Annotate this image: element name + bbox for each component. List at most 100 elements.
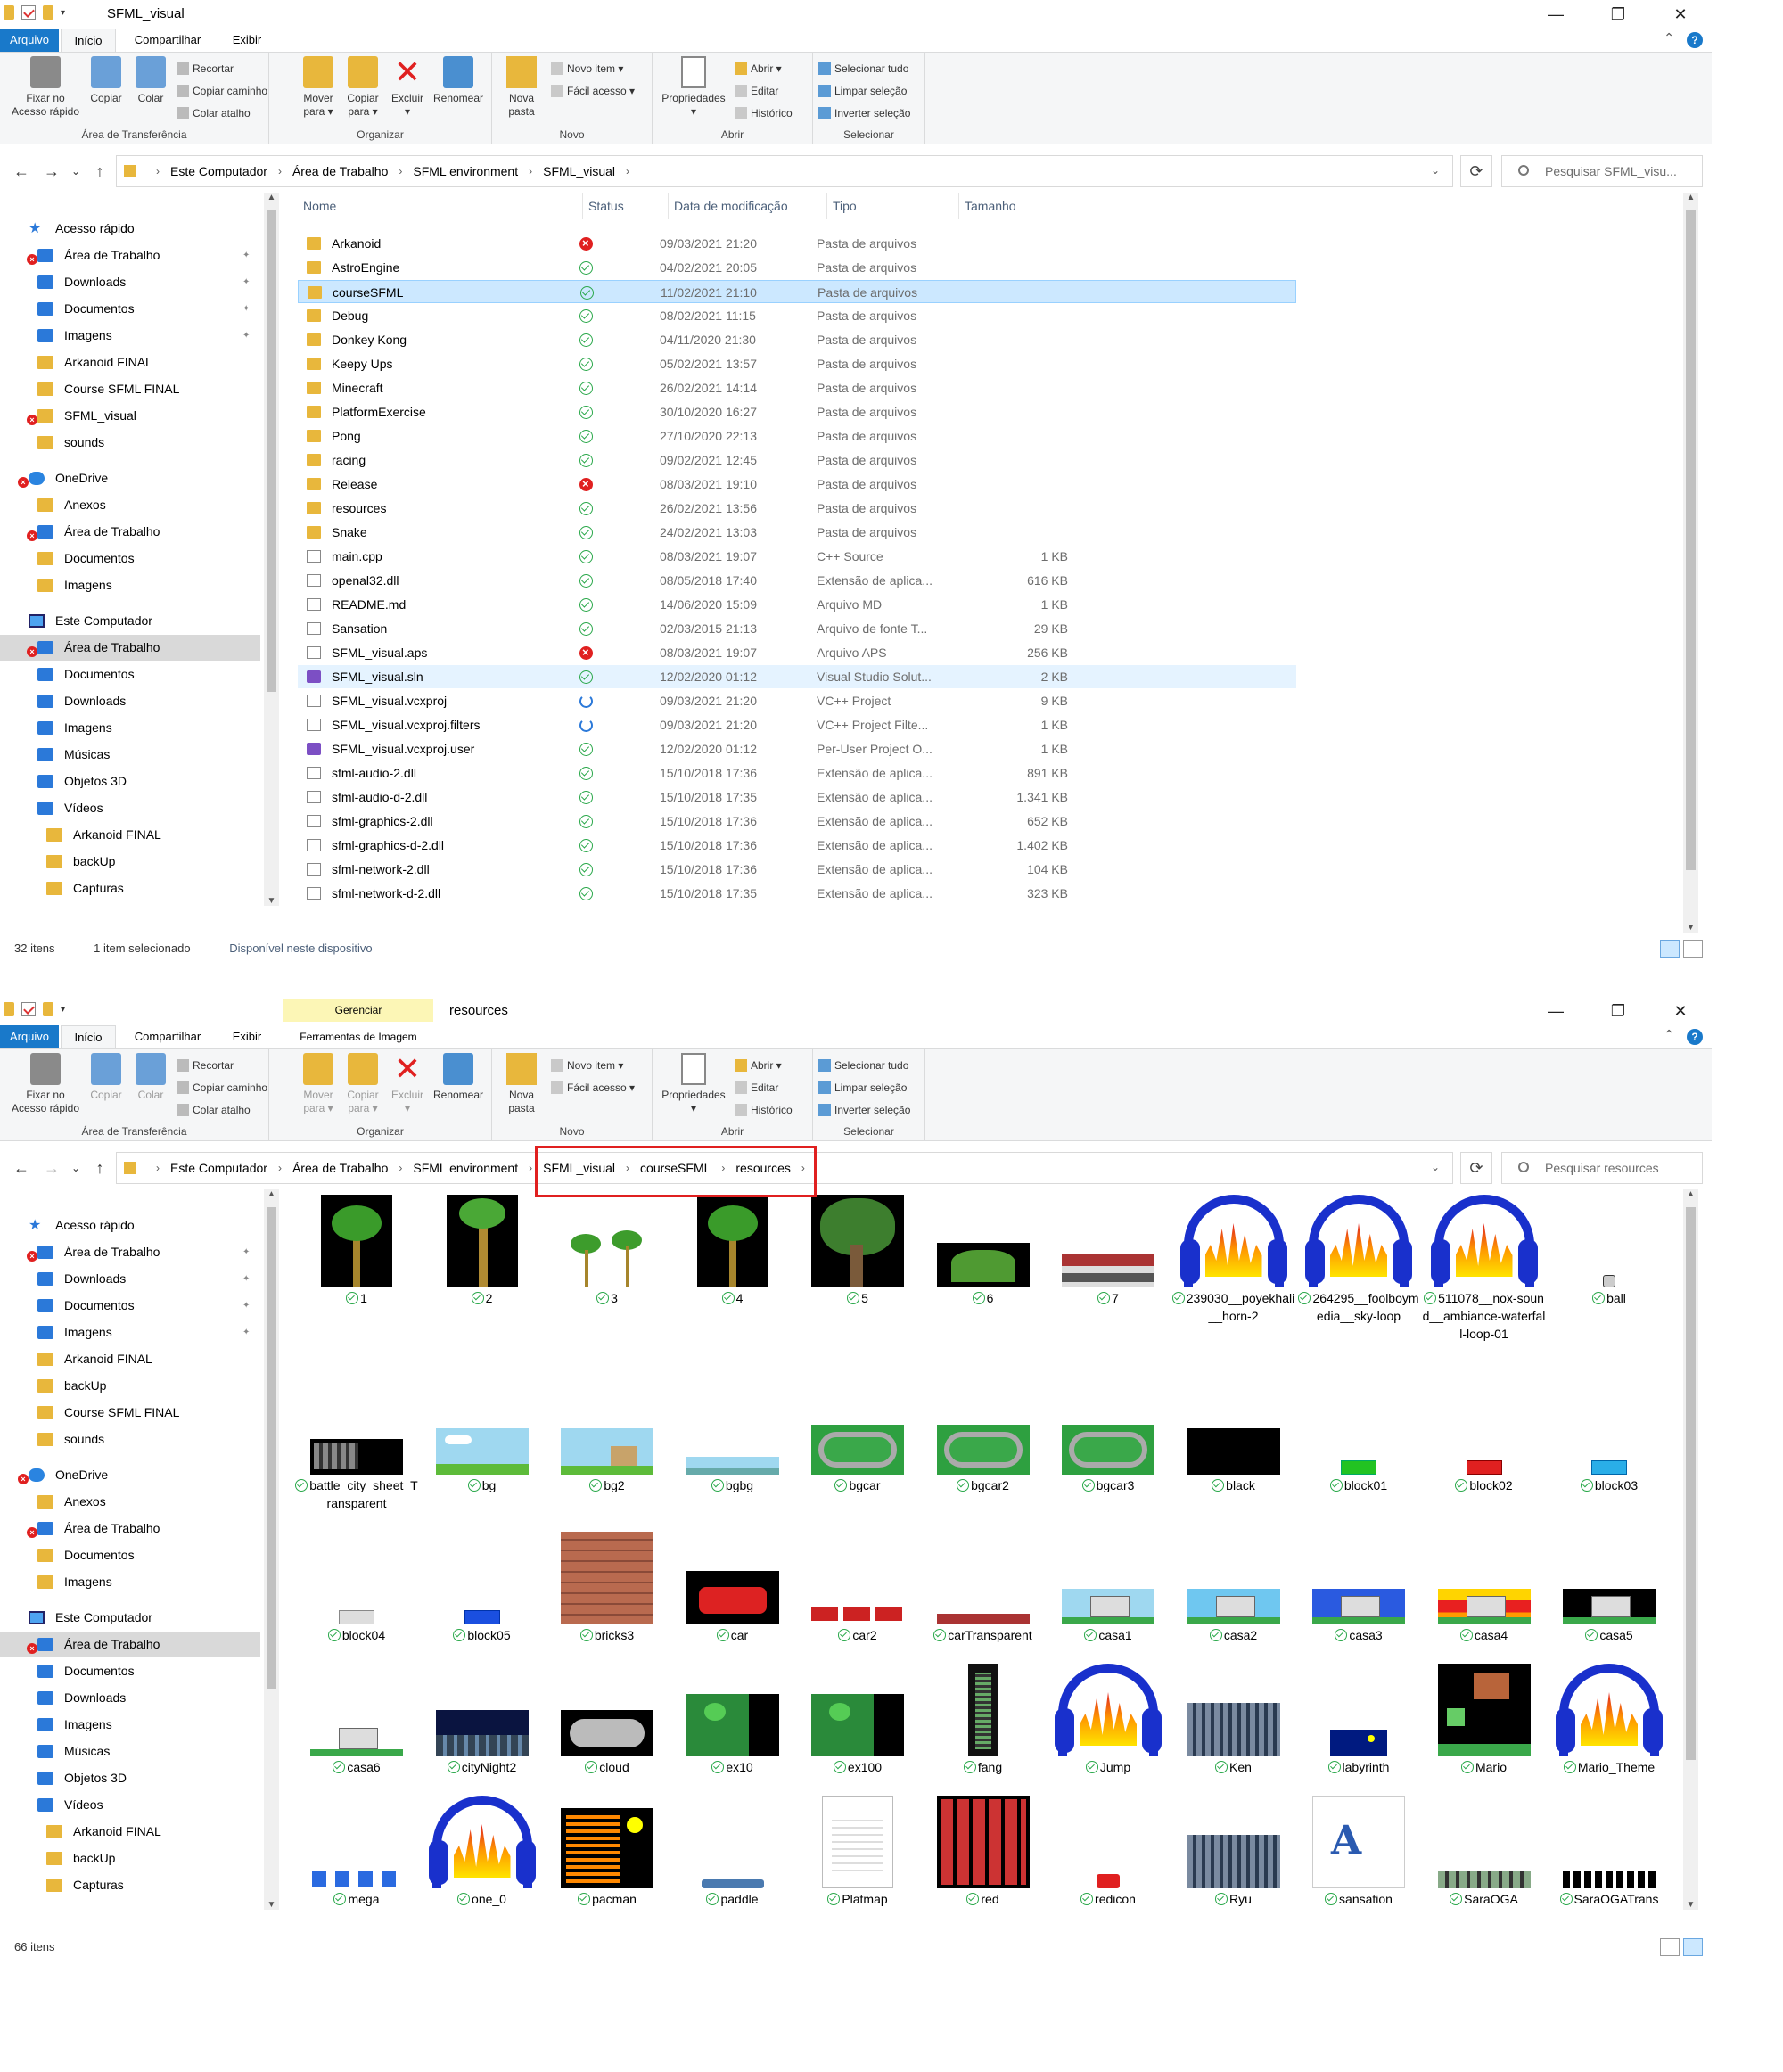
file-thumbnail[interactable]: cloud (545, 1664, 670, 1776)
file-thumbnail[interactable]: 239030__poyekhali__horn-2 (1171, 1195, 1296, 1325)
table-row[interactable]: PlatformExercise 30/10/2020 16:27 Pasta de… (298, 400, 1296, 423)
breadcrumb-item[interactable]: SFML environment (413, 1161, 518, 1175)
sidebar-item[interactable]: Downloads ✦ (0, 1266, 260, 1292)
table-row[interactable]: sfml-network-d-2.dll 15/10/2018 17:35 Exte… (298, 882, 1296, 905)
file-thumbnail[interactable]: battle_city_sheet_Transparent (294, 1382, 419, 1512)
file-thumbnail[interactable]: 511078__nox-sound__ambiance-waterfall-lo… (1422, 1195, 1547, 1343)
sidebar-item[interactable]: sounds (0, 1427, 260, 1452)
table-row[interactable]: sfml-graphics-d-2.dll 15/10/2018 17:36 Ext… (298, 834, 1296, 857)
file-thumbnail[interactable]: bgcar2 (921, 1382, 1046, 1494)
sidebar-item[interactable]: Vídeos (0, 1792, 260, 1818)
properties-button[interactable]: Propriedades ▾ (656, 1053, 731, 1115)
details-view-icon[interactable] (1660, 940, 1680, 958)
table-row[interactable]: sfml-network-2.dll 15/10/2018 17:36 Extens… (298, 858, 1296, 881)
table-row[interactable]: courseSFML 11/02/2021 21:10 Pasta de arqui… (298, 280, 1296, 303)
minimize-button[interactable]: — (1524, 2, 1587, 27)
history-button[interactable]: Histórico (735, 104, 793, 122)
refresh-button[interactable]: ⟳ (1460, 1152, 1492, 1184)
open-button[interactable]: Abrir ▾ (735, 1057, 782, 1074)
sidebar-item[interactable]: Imagens (0, 572, 260, 598)
move-to-button[interactable]: Mover para ▾ (296, 56, 341, 119)
new-folder-button[interactable]: Nova pasta (496, 1053, 547, 1115)
sidebar-item[interactable]: × SFML_visual (0, 403, 260, 429)
scroll-down-icon[interactable]: ▼ (264, 1900, 279, 1910)
sidebar-item[interactable]: Downloads ✦ (0, 269, 260, 295)
tab-share[interactable]: Compartilhar (119, 29, 216, 52)
copy-to-button[interactable]: Copiar para ▾ (341, 1053, 385, 1115)
table-row[interactable]: Debug 08/02/2021 11:15 Pasta de arquivos (298, 304, 1296, 327)
sidebar-item[interactable]: Objetos 3D (0, 769, 260, 794)
file-thumbnail[interactable]: redicon (1046, 1796, 1171, 1908)
column-type[interactable]: Tipo (827, 193, 959, 219)
file-thumbnail[interactable]: bgcar3 (1046, 1382, 1171, 1494)
table-row[interactable]: Arkanoid 09/03/2021 21:20 Pasta de arquivo… (298, 232, 1296, 255)
table-row[interactable]: SFML_visual.sln 12/02/2020 01:12 Visual St… (298, 665, 1296, 688)
file-thumbnail[interactable]: bgcar (795, 1382, 920, 1494)
breadcrumb-item[interactable]: Área de Trabalho (292, 164, 388, 178)
table-row[interactable]: Sansation 02/03/2015 21:13 Arquivo de font… (298, 617, 1296, 640)
breadcrumb-item[interactable]: SFML environment (413, 164, 518, 178)
tab-picture-tools[interactable]: Ferramentas de Imagem (283, 1025, 433, 1048)
sidebar-item[interactable]: Objetos 3D (0, 1765, 260, 1791)
close-button[interactable]: ✕ (1649, 999, 1712, 1024)
table-row[interactable]: Donkey Kong 04/11/2020 21:30 Pasta de arqu… (298, 328, 1296, 351)
file-thumbnail[interactable]: block05 (420, 1532, 545, 1644)
help-icon[interactable]: ? (1687, 32, 1703, 48)
file-thumbnail[interactable]: block02 (1422, 1382, 1547, 1494)
file-thumbnail[interactable]: car (670, 1532, 795, 1644)
tab-file[interactable]: Arquivo (0, 1025, 59, 1048)
easy-access-button[interactable]: Fácil acesso ▾ (551, 82, 635, 100)
file-thumbnail[interactable]: Jump (1046, 1664, 1171, 1776)
delete-button[interactable]: ✕ Excluir ▾ (387, 56, 428, 119)
sidebar-item[interactable]: Imagens (0, 1712, 260, 1738)
column-date[interactable]: Data de modificação (669, 193, 827, 219)
sidebar-item[interactable]: × OneDrive (0, 465, 260, 491)
table-row[interactable]: AstroEngine 04/02/2021 20:05 Pasta de arqu… (298, 256, 1296, 279)
nav-scrollbar[interactable]: ▲ ▼ (264, 1189, 279, 1910)
help-icon[interactable]: ? (1687, 1029, 1703, 1045)
table-row[interactable]: Release 08/03/2021 19:10 Pasta de arquivos (298, 473, 1296, 496)
address-box[interactable]: › Este Computador › Área de Trabalho › SFML e… (116, 155, 1453, 187)
back-arrow-icon[interactable]: ← (9, 1159, 34, 1178)
pin-quick-access-button[interactable]: Fixar no Acesso rápido (4, 56, 87, 119)
breadcrumb-item[interactable]: SFML_visual (543, 164, 615, 178)
history-button[interactable]: Histórico (735, 1101, 793, 1119)
new-folder-icon[interactable] (43, 5, 53, 20)
sidebar-item[interactable]: × OneDrive (0, 1462, 260, 1488)
file-thumbnail[interactable]: ex100 (795, 1664, 920, 1776)
chevron-right-icon[interactable]: › (156, 1162, 160, 1174)
table-row[interactable]: SFML_visual.vcxproj 09/03/2021 21:20 VC++ … (298, 689, 1296, 712)
table-row[interactable]: sfml-graphics-2.dll 15/10/2018 17:36 Exten… (298, 810, 1296, 833)
file-thumbnail[interactable]: 4 (670, 1195, 795, 1307)
chevron-right-icon[interactable]: › (626, 165, 629, 177)
sidebar-item[interactable]: Documentos (0, 546, 260, 571)
file-thumbnail[interactable]: casa2 (1171, 1532, 1296, 1644)
scroll-thumb[interactable] (1686, 1207, 1696, 1760)
delete-button[interactable]: ✕ Excluir ▾ (387, 1053, 428, 1115)
select-none-button[interactable]: Limpar seleção (818, 1079, 907, 1097)
sidebar-item[interactable]: Este Computador (0, 1605, 260, 1631)
select-all-button[interactable]: Selecionar tudo (818, 60, 908, 78)
sidebar-item[interactable]: ★ Acesso rápido (0, 1213, 260, 1238)
properties-check-icon[interactable] (21, 5, 36, 20)
edit-button[interactable]: Editar (735, 1079, 778, 1097)
copy-button[interactable]: Copiar (86, 56, 127, 105)
file-thumbnail[interactable]: fang (921, 1664, 1046, 1776)
customize-toolbar-icon[interactable]: ▾ (61, 1005, 65, 1015)
scroll-thumb[interactable] (1686, 210, 1696, 870)
file-thumbnail[interactable]: black (1171, 1382, 1296, 1494)
file-thumbnail[interactable]: 1 (294, 1195, 419, 1307)
chevron-right-icon[interactable]: › (529, 165, 532, 177)
new-item-button[interactable]: Novo item ▾ (551, 1057, 623, 1074)
sidebar-item[interactable]: sounds (0, 430, 260, 456)
list-scrollbar[interactable]: ▲ ▼ (1683, 193, 1698, 933)
file-thumbnail[interactable]: casa4 (1422, 1532, 1547, 1644)
sidebar-item[interactable]: Course SFML FINAL (0, 376, 260, 402)
recent-chevron-icon[interactable]: ⌄ (70, 165, 82, 177)
file-thumbnail[interactable]: bg2 (545, 1382, 670, 1494)
file-thumbnail[interactable]: ex10 (670, 1664, 795, 1776)
sidebar-item[interactable]: Imagens (0, 715, 260, 741)
file-thumbnail[interactable]: SaraOGA (1422, 1796, 1547, 1908)
sidebar-item[interactable]: × Área de Trabalho (0, 519, 260, 545)
rename-button[interactable]: Renomear (430, 1053, 487, 1102)
